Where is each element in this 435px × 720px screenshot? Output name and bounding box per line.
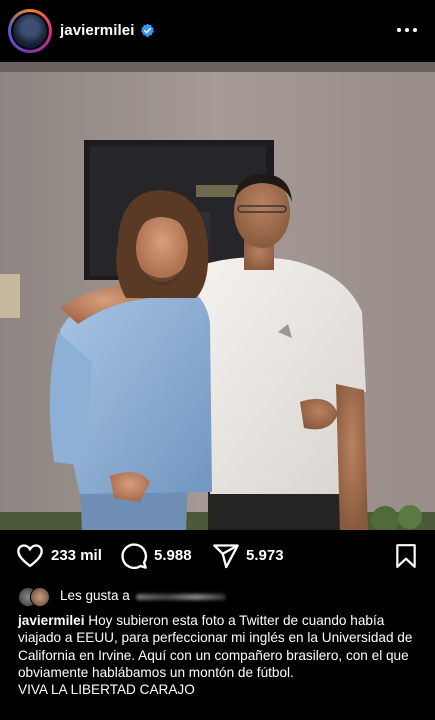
share-icon[interactable] <box>212 542 240 570</box>
bookmark-icon[interactable] <box>393 542 419 570</box>
caption-username[interactable]: javiermilei <box>18 613 85 628</box>
verified-icon <box>141 23 154 37</box>
post-photo[interactable] <box>0 62 435 530</box>
comment-icon[interactable] <box>120 542 148 570</box>
more-icon[interactable] <box>395 20 419 40</box>
blurred-liker-names <box>136 594 226 600</box>
liked-by-text: Les gusta a <box>60 588 130 603</box>
shares-count[interactable]: 5.973 <box>246 547 284 564</box>
comments-count[interactable]: 5.988 <box>154 547 192 564</box>
liker-avatar <box>30 587 50 607</box>
avatar-image <box>13 14 47 48</box>
heart-icon[interactable] <box>16 542 44 570</box>
likes-count[interactable]: 233 mil <box>51 547 102 564</box>
caption-slogan: VIVA LA LIBERTAD CARAJO <box>18 682 195 698</box>
post-caption: javiermilei Hoy subieron esta foto a Twi… <box>18 612 422 698</box>
avatar-ring-inner <box>11 12 49 50</box>
post-actions-area: 233 mil 5.988 5.973 Les gusta a javiermi… <box>0 530 435 720</box>
profile-avatar[interactable] <box>8 9 52 53</box>
post-header: javiermilei <box>0 0 435 62</box>
username[interactable]: javiermilei <box>60 22 134 39</box>
liked-by-row[interactable]: Les gusta a <box>18 585 418 607</box>
photo-illustration <box>0 62 435 530</box>
